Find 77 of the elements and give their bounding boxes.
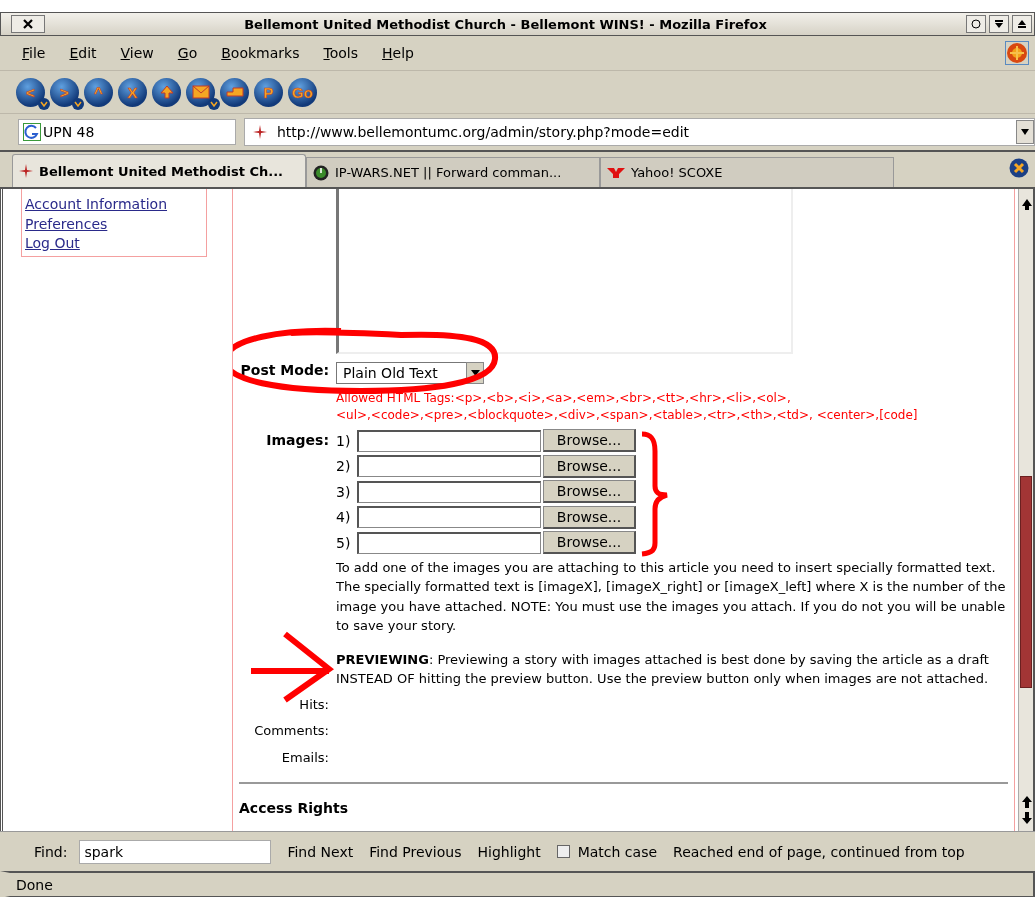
find-bar-button[interactable]: Find Previous	[361, 843, 470, 860]
up-arrow-icon	[158, 84, 175, 100]
row-number: 5)	[336, 534, 352, 551]
section-heading: Access Rights	[238, 799, 350, 816]
stat-label: Hits:	[298, 695, 329, 714]
menu-item[interactable]: File	[10, 45, 58, 61]
maximize-button[interactable]	[1012, 15, 1032, 33]
file-input-field[interactable]	[357, 506, 541, 529]
close-icon	[23, 19, 33, 29]
scrollbar[interactable]	[1018, 189, 1035, 831]
browse-button[interactable]: Browse...	[543, 531, 636, 555]
toolbar-button[interactable]	[186, 76, 218, 108]
window-title: Bellemont United Methodist Church - Bellemont WINS! - Mozilla Firefox	[243, 16, 768, 32]
browser-tab[interactable]: IP-WARS.NET || Forward comman...	[306, 157, 600, 187]
file-input-field[interactable]	[357, 480, 541, 503]
minimize-button[interactable]	[966, 15, 986, 33]
up-arrow-icon	[1021, 197, 1033, 211]
sidebar-link[interactable]: Log Out	[25, 234, 80, 254]
field-label: Images:	[265, 431, 329, 448]
field-label: Post Mode:	[239, 361, 329, 378]
menu-item[interactable]: View	[108, 45, 166, 61]
throbber-icon	[1005, 41, 1029, 65]
previewing-note: PREVIEWING: Previewing a story with images attached is best done by saving the article as a draft INSTEAD OF hitting the preview button. Use the preview button only when images are not attached.	[336, 650, 990, 688]
row-number: 3)	[336, 483, 352, 500]
envelope-icon	[191, 85, 210, 99]
file-input-field[interactable]	[357, 455, 541, 478]
match-case-checkbox[interactable]	[556, 845, 570, 858]
row-number: 2)	[336, 458, 352, 475]
allowed-tags-text: <ul>,<code>,<pre>,<blockquote>,<div>,<span>,<table>,<tr>,<th>,<td>, <center>,[code]	[336, 407, 918, 424]
find-bar-button[interactable]: Highlight	[469, 843, 549, 860]
circle-icon	[971, 19, 981, 29]
file-input-field[interactable]	[357, 531, 541, 554]
browse-button[interactable]: Browse...	[543, 429, 636, 453]
sidebar-link[interactable]: Preferences	[25, 214, 108, 234]
search-field[interactable]: UPN 48	[18, 119, 236, 145]
shade-button[interactable]	[989, 15, 1009, 33]
compass-icon	[253, 125, 267, 139]
checkbox-label[interactable]: Match case	[577, 843, 674, 860]
menu-item[interactable]: Tools	[311, 45, 370, 61]
scroll-thumb[interactable]	[1020, 476, 1032, 688]
browser-tab[interactable]: Bellemont United Methodist Ch...	[12, 154, 306, 187]
close-button[interactable]	[11, 15, 45, 33]
find-status-message: Reached end of page, continued from top	[673, 843, 966, 860]
history-dropdown-button[interactable]	[1016, 120, 1034, 144]
find-bar-button[interactable]: Find Next	[279, 843, 362, 860]
menu-item[interactable]: Help	[370, 45, 426, 61]
row-number: 4)	[336, 509, 352, 526]
menu-item[interactable]: Go	[165, 45, 210, 61]
address-field[interactable]: http://www.bellemontumc.org/admin/story.php?mode=edit	[244, 118, 1035, 146]
stat-label: Comments:	[253, 722, 329, 740]
search-engine-icon	[23, 123, 41, 141]
find-field[interactable]: spark	[79, 839, 272, 864]
tray-icon	[225, 87, 244, 97]
menu-item[interactable]: Bookmarks	[209, 45, 312, 61]
close-icon	[1009, 158, 1029, 178]
sidebar-link[interactable]: Account Information	[25, 195, 168, 215]
find-label: Find:	[34, 843, 68, 860]
chevron-down-icon	[994, 19, 1004, 29]
favicon-icon	[607, 166, 625, 179]
stat-label: Emails:	[280, 748, 329, 767]
caret-down-icon	[470, 370, 480, 376]
scroll-arrows-icon	[1021, 795, 1033, 825]
caret-down-icon	[1020, 128, 1030, 136]
file-input-field[interactable]	[357, 429, 541, 452]
row-number: 1)	[336, 432, 352, 449]
browse-button[interactable]: Browse...	[543, 505, 636, 529]
eject-icon	[1017, 19, 1027, 29]
menu-item[interactable]: Edit	[57, 45, 109, 61]
browse-button[interactable]: Browse...	[543, 454, 636, 478]
power-icon	[313, 164, 329, 181]
browse-button[interactable]: Browse...	[543, 480, 636, 504]
help-paragraph: To add one of the images you are attaching to this article you need to insert specially formatted text. The specially formatted text is [imageX], [imageX_right] or [imageX_left] where X is the number of the image you have attached. NOTE: You must use the images you attach. If you do not you will be unable to save your story.	[336, 558, 1007, 635]
allowed-tags-text: Allowed HTML Tags:<p>,<b>,<i>,<a>,<em>,<br>,<tt>,<hr>,<li>,<ol>,	[336, 390, 791, 407]
post-mode-select[interactable]: Plain Old Text	[336, 362, 484, 384]
browser-tab[interactable]: Yahoo! SCOXE	[600, 157, 894, 187]
status-text: Done	[15, 876, 53, 893]
compass-icon	[19, 164, 33, 178]
